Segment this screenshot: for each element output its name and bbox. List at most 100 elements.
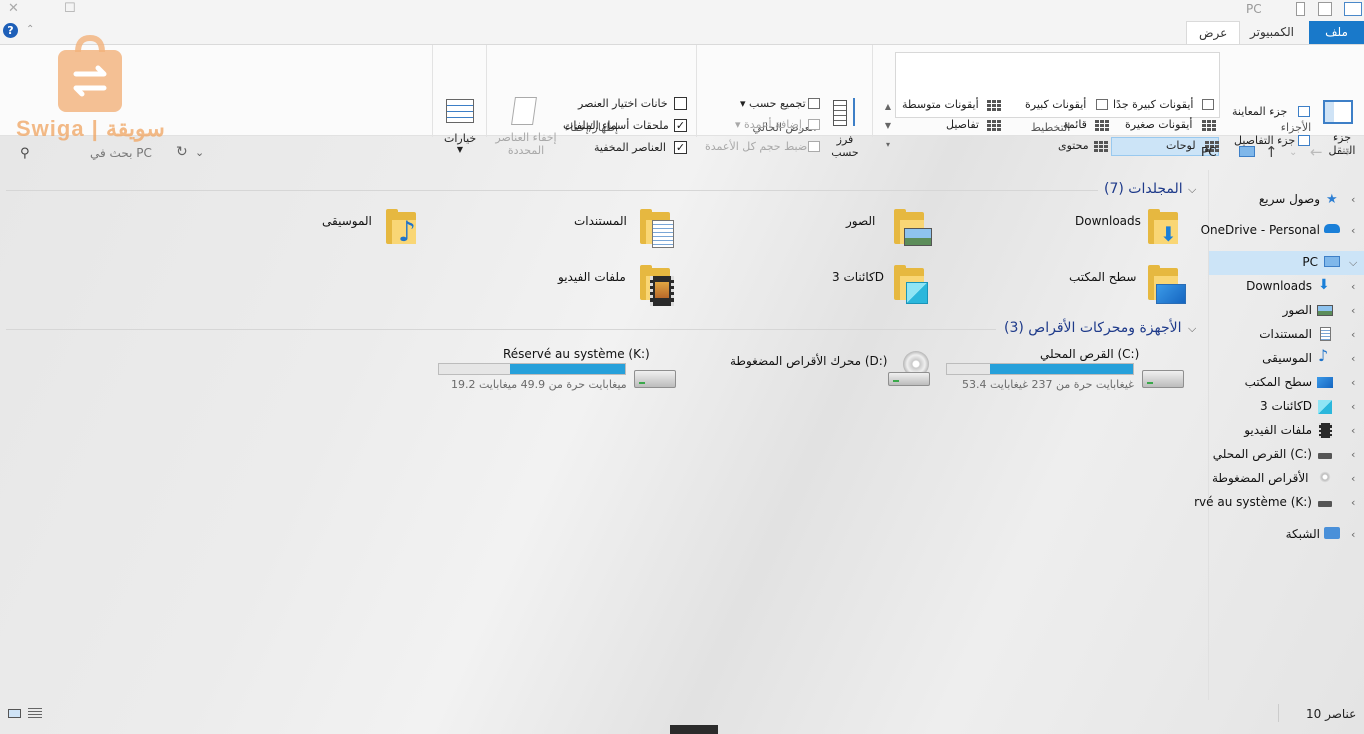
maximize-button[interactable]: ☐ <box>64 1 76 16</box>
layout-medium-icons[interactable]: أيقونات متوسطة <box>902 98 979 111</box>
drive-k-free-space: 19.2 ميغابايت حرة من 49.9 ميغابايت <box>451 378 627 391</box>
expand-chevron-icon[interactable]: ‹ <box>1351 528 1355 541</box>
drive-c-label[interactable]: القرص المحلي (C:) <box>1040 347 1139 361</box>
documents-folder-icon[interactable] <box>640 209 674 248</box>
tab-view[interactable]: عرض <box>1186 21 1241 44</box>
item-check-boxes-label: خانات اختيار العنصر <box>578 97 668 110</box>
cloud-icon <box>1324 224 1340 233</box>
downloads-folder-icon[interactable]: ⬇ <box>1148 209 1178 244</box>
folders-section-title[interactable]: المجلدات (7) <box>1104 181 1183 197</box>
qat-check-icon[interactable] <box>1318 2 1332 16</box>
layout-list[interactable]: قائمة <box>1063 118 1087 131</box>
nav-documents[interactable]: المستندات <box>1259 322 1312 346</box>
desktop-icon <box>1317 377 1333 388</box>
folder-pictures-label[interactable]: الصور <box>846 214 875 228</box>
close-button[interactable]: ✕ <box>8 1 19 16</box>
drive-c-free-space: 53.4 غيغابايت حرة من 237 غيغابايت <box>962 378 1134 391</box>
expand-chevron-icon[interactable]: ‹ <box>1351 400 1355 413</box>
drive-d-label[interactable]: محرك الأقراص المضغوطة (D:) <box>730 354 887 368</box>
videos-folder-icon[interactable] <box>640 265 674 306</box>
expand-chevron-icon[interactable]: ‹ <box>1351 280 1355 293</box>
nav-onedrive[interactable]: OneDrive - Personal <box>1201 218 1320 242</box>
expand-chevron-icon[interactable]: ‹ <box>1351 376 1355 389</box>
folder-downloads-label[interactable]: Downloads <box>1075 214 1141 228</box>
search-icon[interactable]: ⚲ <box>20 146 30 161</box>
preview-pane-button[interactable]: جزء المعاينة <box>1232 105 1287 118</box>
address-history-icon[interactable]: ⌄ <box>195 146 204 159</box>
3d-objects-folder-icon[interactable] <box>894 265 928 304</box>
collapse-section-icon[interactable]: ⌵ <box>1188 183 1196 197</box>
nav-this-pc[interactable]: PC <box>1302 250 1318 274</box>
hard-drive-icon <box>1318 501 1332 507</box>
hard-drive-icon[interactable] <box>1142 370 1184 388</box>
nav-music[interactable]: الموسيقى <box>1262 346 1312 370</box>
forward-arrow-icon[interactable]: → <box>1338 143 1351 161</box>
layout-extra-large-icons[interactable]: أيقونات كبيرة جدًا <box>1113 98 1193 111</box>
expand-chevron-icon[interactable]: ‹ <box>1351 352 1355 365</box>
file-name-extensions-checkbox[interactable]: ✓ <box>674 119 687 132</box>
refresh-icon[interactable]: ↻ <box>176 144 188 160</box>
expand-chevron-icon[interactable]: ‹ <box>1351 224 1355 237</box>
tab-computer[interactable]: الكمبيوتر <box>1238 21 1306 44</box>
layout-details[interactable]: تفاصيل <box>946 118 979 131</box>
expand-chevron-icon[interactable]: ‹ <box>1351 193 1355 206</box>
desktop-folder-icon[interactable] <box>1148 265 1186 304</box>
nav-quick-access[interactable]: وصول سريع <box>1259 187 1320 211</box>
nav-pictures[interactable]: الصور <box>1283 298 1312 322</box>
large-icons-view-icon[interactable] <box>28 708 42 720</box>
nav-local-disk[interactable]: القرص المحلي (C:) <box>1213 442 1312 466</box>
nav-reserved[interactable]: rvé au système (K:) <box>1194 490 1312 514</box>
medium-icons-icon <box>987 100 1001 112</box>
folder-documents-label[interactable]: المستندات <box>574 214 627 228</box>
computer-icon <box>1239 146 1255 157</box>
expand-chevron-icon[interactable]: ‹ <box>1351 424 1355 437</box>
qat-properties-icon[interactable] <box>1296 2 1305 16</box>
nav-network[interactable]: الشبكة <box>1286 522 1320 546</box>
hard-drive-icon[interactable] <box>634 370 676 388</box>
title-bar: ✕ ☐ PC <box>0 0 1364 20</box>
search-input[interactable]: بحث في PC <box>90 146 152 160</box>
folder-music-label[interactable]: الموسيقى <box>322 214 372 228</box>
expand-chevron-icon[interactable]: ‹ <box>1351 328 1355 341</box>
details-view-icon[interactable] <box>8 709 21 718</box>
devices-section-title[interactable]: الأجهزة ومحركات الأقراص (3) <box>1004 320 1181 336</box>
group-by-button[interactable]: ▾ تجميع حسب <box>740 97 806 110</box>
hide-selected-icon <box>511 97 537 125</box>
address-bar: ⚲ بحث في PC ↻ ⌄ PC <box>0 136 1364 170</box>
expand-chevron-icon[interactable]: ‹ <box>1351 448 1355 461</box>
back-arrow-icon[interactable]: ← <box>1310 143 1323 161</box>
add-columns-icon <box>808 119 820 130</box>
folder-videos-label[interactable]: ملفات الفيديو <box>558 270 626 284</box>
options-icon <box>446 99 474 123</box>
pictures-folder-icon[interactable] <box>894 209 932 246</box>
nav-videos[interactable]: ملفات الفيديو <box>1244 418 1312 442</box>
drive-k-label[interactable]: Réservé au système (K:) <box>503 347 650 361</box>
collapse-section-icon[interactable]: ⌵ <box>1188 322 1196 336</box>
nav-downloads[interactable]: Downloads <box>1246 274 1312 298</box>
expand-chevron-icon[interactable]: ‹ <box>1351 304 1355 317</box>
add-columns-button[interactable]: ▾ إضافة أعمدة <box>735 118 802 131</box>
tab-file[interactable]: ملف <box>1309 21 1364 44</box>
nav-desktop[interactable]: سطح المكتب <box>1245 370 1312 394</box>
address-path[interactable]: PC <box>1201 145 1217 159</box>
taskbar-fragment <box>670 725 718 734</box>
up-arrow-icon[interactable]: ↑ <box>1265 143 1278 161</box>
music-folder-icon[interactable]: ♪ <box>386 209 416 246</box>
hard-drive-icon <box>1318 453 1332 459</box>
document-icon <box>1320 327 1331 341</box>
navigation-pane-icon[interactable] <box>1323 100 1353 124</box>
expand-chevron-icon[interactable]: ‹ <box>1351 496 1355 509</box>
nav-3d-objects[interactable]: كائنات 3D <box>1260 394 1312 418</box>
expand-chevron-icon[interactable]: ‹ <box>1351 472 1355 485</box>
item-check-boxes-checkbox[interactable] <box>674 97 687 110</box>
recent-locations-icon[interactable]: ⌄ <box>1289 147 1297 158</box>
layout-large-icons[interactable]: أيقونات كبيرة <box>1025 98 1086 111</box>
collapse-ribbon-icon[interactable]: ⌃ <box>26 24 34 35</box>
folder-3d-objects-label[interactable]: كائنات 3D <box>832 270 884 284</box>
help-icon[interactable]: ? <box>3 23 18 38</box>
layout-small-icons[interactable]: أيقونات صغيرة <box>1125 118 1192 131</box>
music-icon: ♪ <box>1318 346 1329 365</box>
collapse-chevron-icon[interactable]: ⌵ <box>1349 256 1357 270</box>
folder-desktop-label[interactable]: سطح المكتب <box>1069 270 1136 284</box>
nav-cd-drive[interactable]: محرك الأقراص المضغوطة <box>1212 466 1312 490</box>
